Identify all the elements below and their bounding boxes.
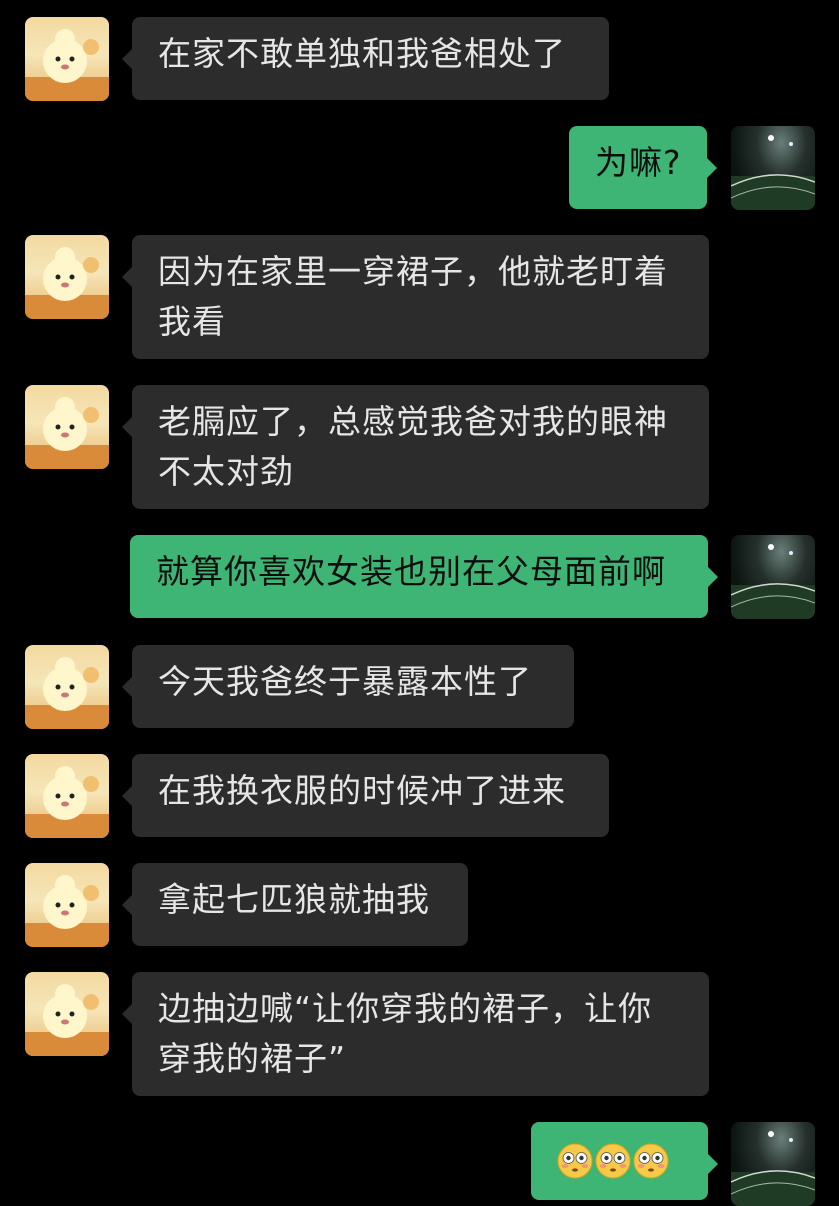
my-avatar[interactable] [731, 126, 815, 210]
cartoon-bear-avatar-icon [25, 247, 109, 319]
contact-avatar[interactable] [25, 235, 109, 319]
my-avatar[interactable] [731, 535, 815, 619]
contact-avatar[interactable] [25, 645, 109, 729]
outgoing-message-bubble[interactable]: 就算你喜欢女装也别在父母面前啊 [130, 535, 718, 618]
incoming-message-bubble[interactable]: 边抽边喊“让你穿我的裙子，让你 穿我的裙子” [122, 972, 709, 1096]
my-avatar[interactable] [731, 1122, 815, 1206]
emoji-row [557, 1136, 682, 1186]
incoming-message-bubble[interactable]: 老膈应了，总感觉我爸对我的眼神 不太对劲 [122, 385, 709, 509]
message-text: 在家不敢单独和我爸相处了 [158, 34, 566, 73]
contact-avatar[interactable] [25, 863, 109, 947]
contact-avatar[interactable] [25, 754, 109, 838]
contact-avatar[interactable] [25, 385, 109, 469]
outgoing-message-bubble[interactable]: 为嘛? [569, 126, 717, 209]
cartoon-bear-avatar-icon [25, 397, 109, 469]
incoming-message-bubble[interactable]: 今天我爸终于暴露本性了 [122, 645, 574, 728]
message-text-line: 边抽边喊“让你穿我的裙子，让你 [158, 989, 653, 1028]
message-text-line: 穿我的裙子” [158, 1039, 347, 1078]
night-field-avatar-icon [731, 135, 815, 210]
cartoon-bear-avatar-icon [25, 984, 109, 1056]
incoming-message-bubble[interactable]: 因为在家里一穿裙子，他就老盯着 我看 [122, 235, 709, 359]
cartoon-bear-avatar-icon [25, 766, 109, 838]
flushed-face-icon [595, 1143, 631, 1179]
message-text: 为嘛? [595, 143, 682, 182]
message-text-line: 我看 [158, 302, 226, 341]
incoming-message-bubble[interactable]: 在我换衣服的时候冲了进来 [122, 754, 609, 837]
night-field-avatar-icon [731, 1131, 815, 1206]
cartoon-bear-avatar-icon [25, 657, 109, 729]
cartoon-bear-avatar-icon [25, 875, 109, 947]
message-text-line: 不太对劲 [158, 452, 294, 491]
contact-avatar[interactable] [25, 972, 109, 1056]
night-field-avatar-icon [731, 544, 815, 619]
message-text: 在我换衣服的时候冲了进来 [158, 771, 566, 810]
outgoing-message-bubble[interactable] [531, 1122, 718, 1200]
message-text: 就算你喜欢女装也别在父母面前啊 [156, 552, 666, 591]
flushed-face-icon [557, 1143, 593, 1179]
message-text-line: 老膈应了，总感觉我爸对我的眼神 [158, 402, 668, 441]
message-text-line: 因为在家里一穿裙子，他就老盯着 [158, 252, 668, 291]
contact-avatar[interactable] [25, 17, 109, 101]
incoming-message-bubble[interactable]: 拿起七匹狼就抽我 [122, 863, 468, 946]
flushed-face-icon [633, 1143, 669, 1179]
cartoon-bear-avatar-icon [25, 29, 109, 101]
chat-message-list[interactable]: 在家不敢单独和我爸相处了 为嘛? 因为在家里一穿裙子，他就老盯着 我看 老膈应了… [0, 0, 839, 1206]
message-text: 今天我爸终于暴露本性了 [158, 662, 532, 701]
message-text: 拿起七匹狼就抽我 [158, 880, 430, 919]
incoming-message-bubble[interactable]: 在家不敢单独和我爸相处了 [122, 17, 609, 100]
